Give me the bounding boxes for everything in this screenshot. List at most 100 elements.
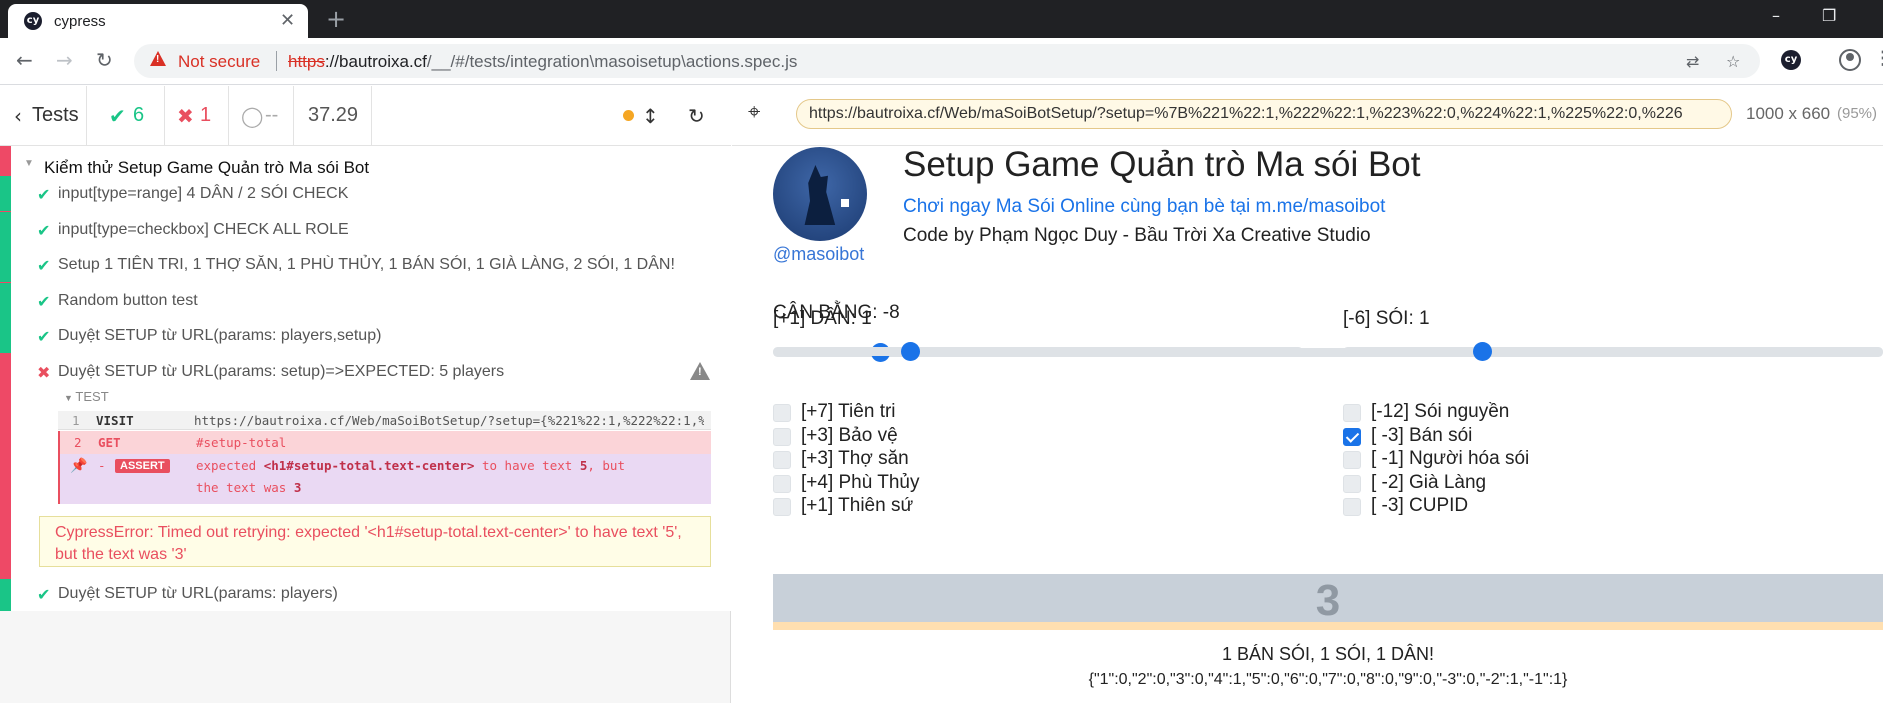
not-secure-label[interactable]: Not secure — [178, 52, 260, 72]
command-visit[interactable]: 1 VISIT https://bautroixa.cf/Web/maSoiBo… — [58, 411, 711, 430]
suite-title[interactable]: Kiểm thử Setup Game Quản trò Ma sói Bot — [44, 158, 369, 178]
command-message: expected <h1#setup-total.text-center> to… — [196, 458, 625, 473]
pending-count[interactable]: ◯ -- — [229, 86, 294, 146]
command-number: 1 — [72, 413, 80, 428]
duration: 37.29 — [294, 86, 372, 146]
role-label: [+4] Phù Thủy — [801, 471, 920, 493]
test-row[interactable]: ✔ Random button test — [0, 283, 731, 318]
pending-circle-icon: ◯ — [241, 104, 264, 128]
test-row[interactable]: ✔ input[type=checkbox] CHECK ALL ROLE — [0, 212, 731, 247]
reload-icon[interactable]: ↻ — [96, 48, 113, 72]
role-checkbox[interactable] — [773, 498, 791, 516]
minimize-icon[interactable]: – — [1772, 6, 1780, 25]
aut-url[interactable]: https://bautroixa.cf/Web/maSoiBotSetup/?… — [796, 99, 1732, 129]
command-assert[interactable]: 📌 - ASSERT expected <h1#setup-total.text… — [58, 454, 711, 504]
role-label: [+7] Tiên tri — [801, 401, 896, 422]
handle-link[interactable]: @masoibot — [773, 244, 864, 265]
masoibot-logo — [773, 147, 867, 241]
command-get[interactable]: 2 GET #setup-total — [58, 431, 711, 454]
command-message: #setup-total — [196, 435, 287, 450]
role-label: [+1] Thiên sứ — [801, 495, 914, 516]
test-row[interactable]: ✔ input[type=range] 4 DÂN / 2 SÓI CHECK — [0, 176, 731, 211]
pass-bar — [0, 283, 11, 318]
failed-test-row[interactable]: ✖ Duyệt SETUP từ URL(params: setup)=>EXPE… — [0, 354, 731, 389]
msg-part: expected — [196, 458, 264, 473]
test-title: Setup 1 TIÊN TRI, 1 THỢ SĂN, 1 PHÙ THỦY,… — [58, 256, 675, 273]
cypress-favicon-icon: cy — [24, 12, 42, 30]
selector-playground-icon[interactable]: ⌖ — [748, 100, 760, 125]
role-checkbox[interactable] — [773, 474, 791, 493]
auto-scroll-dot-icon[interactable] — [623, 110, 634, 121]
tests-label: Tests — [32, 104, 79, 126]
test-row[interactable]: ✔ Duyệt SETUP từ URL(params: players) — [0, 579, 731, 611]
test-title: Duyệt SETUP từ URL(params: players) — [58, 585, 338, 602]
back-arrow-icon[interactable]: ← — [16, 48, 33, 72]
role-checkbox[interactable] — [773, 427, 791, 446]
pin-icon: 📌 — [70, 458, 88, 474]
restore-icon[interactable]: ❐ — [1822, 6, 1836, 25]
url-scheme: https — [288, 52, 325, 71]
villager-slider[interactable] — [773, 342, 1303, 361]
role-checkbox[interactable] — [1343, 404, 1361, 422]
restart-icon[interactable]: ↻ — [688, 104, 705, 128]
slider-thumb[interactable] — [900, 342, 920, 361]
slider-thumb[interactable] — [1473, 342, 1493, 361]
command-name: GET — [98, 435, 121, 450]
forward-arrow-icon[interactable]: → — [56, 48, 73, 72]
url-text[interactable]: https://bautroixa.cf/__/#/tests/integrat… — [288, 52, 797, 72]
new-tab-button[interactable]: + — [326, 5, 346, 33]
role-checkbox[interactable] — [1343, 427, 1361, 446]
tab-close-icon[interactable]: ✕ — [280, 10, 295, 31]
error-message[interactable]: CypressError: Timed out retrying: expect… — [39, 516, 711, 567]
check-icon: ✔ — [37, 585, 51, 604]
command-number: 2 — [74, 435, 82, 450]
test-header[interactable]: ▼ TEST — [64, 389, 109, 404]
profile-avatar-icon[interactable] — [1839, 49, 1861, 71]
tests-button[interactable]: ‹ Tests — [0, 86, 87, 146]
failed-count[interactable]: ✖ 1 — [165, 86, 229, 146]
test-title: Random button test — [58, 292, 198, 309]
role-checkbox[interactable] — [773, 451, 791, 469]
role-label: [+3] Thợ săn — [801, 448, 909, 469]
messenger-link[interactable]: Chơi ngay Ma Sói Online cùng bạn bè tại … — [903, 196, 1385, 218]
aut-header: ⌖ https://bautroixa.cf/Web/maSoiBotSetup… — [732, 86, 1883, 146]
browser-navbar: ← → ↻ Not secure https://bautroixa.cf/__… — [0, 38, 1883, 85]
wolf-count-label: [-6] SÓI: 1 — [1343, 308, 1430, 329]
warning-icon — [150, 51, 166, 66]
cross-icon: ✖ — [177, 104, 194, 128]
pass-bar — [0, 212, 11, 247]
caret-down-icon[interactable]: ▼ — [24, 158, 34, 169]
resize-arrows-icon[interactable]: ↕ — [642, 104, 659, 128]
check-icon: ✔ — [37, 327, 51, 346]
caret-down-icon: ▼ — [64, 393, 76, 403]
cypress-extension-icon[interactable]: cy — [1781, 50, 1801, 70]
url-divider — [276, 51, 277, 71]
menu-dots-icon[interactable]: ⋮ — [1874, 48, 1883, 69]
test-row[interactable]: ✔ Duyệt SETUP từ URL(params: players,setu… — [0, 318, 731, 353]
test-header-label: TEST — [75, 389, 109, 404]
role-checkbox[interactable] — [1343, 498, 1361, 516]
msg-selector: <h1#setup-total.text-center> — [263, 458, 475, 473]
role-checkbox[interactable] — [1343, 474, 1361, 493]
command-message: https://bautroixa.cf/Web/maSoiBotSetup/?… — [194, 413, 704, 428]
bookmark-star-icon[interactable]: ☆ — [1726, 52, 1740, 71]
tab-title: cypress — [54, 13, 106, 30]
browser-tab[interactable]: cy cypress ✕ — [8, 4, 308, 38]
warning-icon[interactable] — [690, 362, 710, 380]
translate-icon[interactable]: ⇄ — [1686, 52, 1699, 71]
wolf-icon — [804, 165, 836, 225]
check-icon: ✔ — [37, 292, 51, 311]
browser-titlebar: cy cypress ✕ + – ❐ — [0, 0, 1883, 38]
test-title: Duyệt SETUP từ URL(params: players,setup… — [58, 327, 382, 344]
wolf-slider[interactable] — [1343, 342, 1883, 361]
logo-badge — [841, 199, 849, 207]
role-checkbox[interactable] — [1343, 451, 1361, 469]
check-icon: ✔ — [37, 256, 51, 275]
role-checkbox[interactable] — [773, 404, 791, 422]
credit-text: Code by Phạm Ngọc Duy - Bầu Trời Xa Crea… — [903, 225, 1371, 246]
test-row[interactable]: ✔ Setup 1 TIÊN TRI, 1 THỢ SĂN, 1 PHÙ THỦY… — [0, 247, 731, 282]
passed-count[interactable]: ✔ 6 — [87, 86, 165, 146]
address-bar[interactable]: Not secure https://bautroixa.cf/__/#/tes… — [134, 44, 1760, 78]
msg-actual: 3 — [293, 480, 302, 495]
duration-value: 37.29 — [308, 104, 359, 126]
